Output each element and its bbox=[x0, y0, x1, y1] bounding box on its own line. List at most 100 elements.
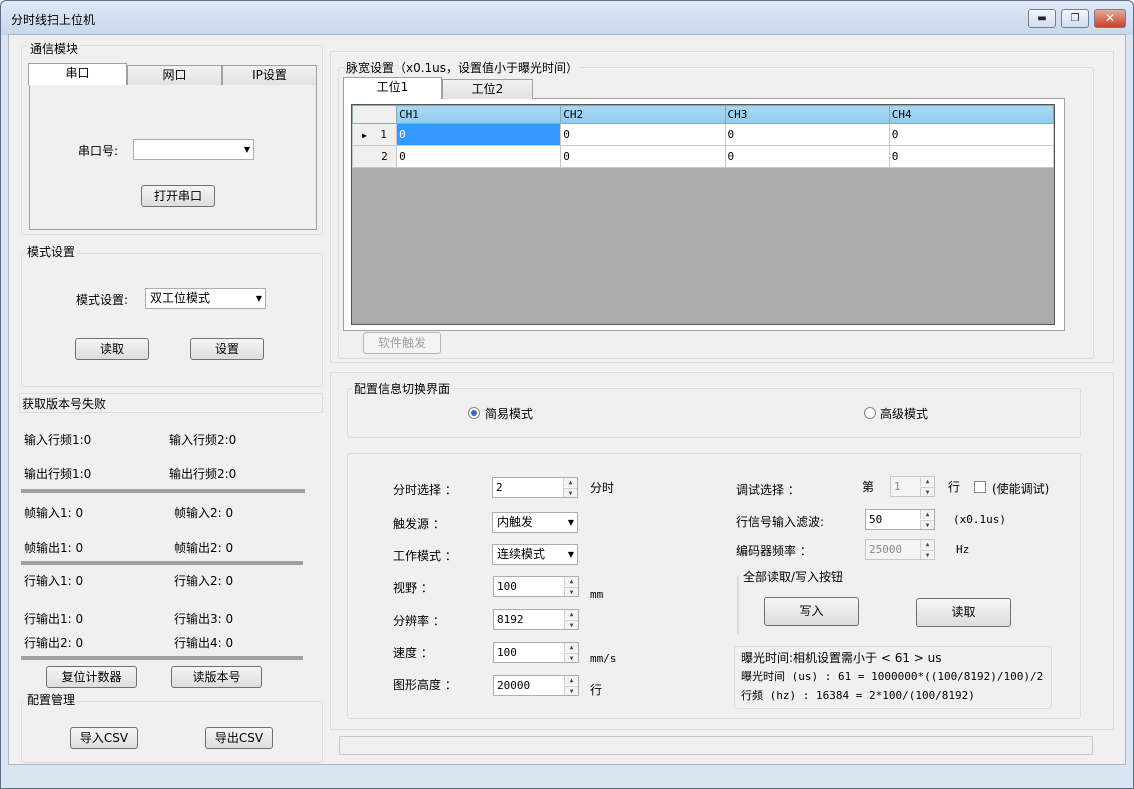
height-label: 图形高度 ： bbox=[393, 678, 457, 692]
switch-group-label: 配置信息切换界面 bbox=[352, 380, 453, 397]
grid-cell[interactable]: 0 bbox=[560, 145, 726, 168]
height-unit: 行 bbox=[590, 683, 603, 697]
tab-network[interactable]: 网口 bbox=[127, 65, 222, 85]
pulse-group-label: 脉宽设置（x0.1us，设置值小于曝光时间） bbox=[344, 59, 581, 76]
spin-up-icon[interactable]: ▲ bbox=[564, 676, 578, 685]
exposure-formula: 曝光时间 (us) : 61 = 1000000*((100/8192)/100… bbox=[741, 670, 1044, 683]
spin-up-icon[interactable]: ▲ bbox=[920, 477, 934, 486]
mode-label: 模式设置: bbox=[76, 293, 129, 307]
close-button[interactable]: ✕ bbox=[1094, 9, 1126, 28]
read-version-button[interactable]: 读版本号 bbox=[171, 666, 262, 688]
column-header[interactable]: CH3 bbox=[724, 105, 890, 124]
spin-up-icon[interactable]: ▲ bbox=[564, 610, 578, 619]
spin-down-icon[interactable]: ▼ bbox=[920, 550, 934, 559]
spin-up-icon[interactable]: ▲ bbox=[564, 643, 578, 652]
tab-serial[interactable]: 串口 bbox=[28, 63, 127, 85]
spin-down-icon[interactable]: ▼ bbox=[564, 653, 578, 662]
grid-cell[interactable]: 0 bbox=[888, 123, 1055, 146]
column-header[interactable]: CH2 bbox=[560, 105, 726, 124]
filter-spinner[interactable]: 50 ▲ ▼ bbox=[865, 509, 935, 530]
import-csv-button[interactable]: 导入CSV bbox=[70, 727, 138, 749]
fov-spinner[interactable]: 100 ▲ ▼ bbox=[493, 576, 579, 597]
spin-down-icon[interactable]: ▼ bbox=[920, 520, 934, 529]
spin-down-icon[interactable]: ▼ bbox=[564, 620, 578, 629]
input-freq-1: 输入行频1:0 bbox=[24, 433, 92, 447]
frame-input-1: 帧输入1: 0 bbox=[24, 506, 84, 520]
spin-up-icon[interactable]: ▲ bbox=[563, 478, 577, 487]
mode-group-label: 模式设置 bbox=[25, 243, 78, 260]
grid-cell[interactable]: 0 bbox=[724, 123, 890, 146]
export-csv-button[interactable]: 导出CSV bbox=[205, 727, 273, 749]
debug-enable-checkbox[interactable] bbox=[974, 481, 986, 493]
tab-station-1[interactable]: 工位1 bbox=[343, 77, 442, 99]
simple-mode-label: 简易模式 bbox=[485, 407, 534, 421]
line-input-1: 行输入1: 0 bbox=[24, 574, 84, 588]
spin-down-icon[interactable]: ▼ bbox=[563, 488, 577, 497]
trigger-label: 触发源 ： bbox=[393, 517, 445, 531]
line-output-4: 行输出4: 0 bbox=[174, 636, 234, 650]
pulse-grid: CH1 CH2 CH3 CH4 ▶ 1 0 0 0 0 2 0 0 0 0 bbox=[351, 104, 1055, 325]
resolution-spinner[interactable]: 8192 ▲ ▼ bbox=[493, 609, 579, 630]
grid-corner bbox=[351, 105, 398, 124]
tab-station-2[interactable]: 工位2 bbox=[442, 79, 533, 99]
chevron-down-icon: ▼ bbox=[243, 145, 250, 154]
time-div-spinner[interactable]: 2 ▲ ▼ bbox=[492, 477, 578, 498]
exposure-note: 曝光时间:相机设置需小于 < 61 > us bbox=[741, 651, 942, 665]
column-header[interactable]: CH1 bbox=[396, 105, 562, 124]
spin-down-icon[interactable]: ▼ bbox=[920, 487, 934, 496]
spin-down-icon[interactable]: ▼ bbox=[564, 587, 578, 596]
grid-cell[interactable]: 0 bbox=[888, 145, 1055, 168]
divider bbox=[21, 561, 303, 565]
write-button[interactable]: 写入 bbox=[764, 597, 859, 626]
row-pointer-icon: ▶ bbox=[362, 131, 367, 140]
advanced-mode-radio[interactable] bbox=[864, 407, 876, 419]
grid-cell[interactable]: 0 bbox=[396, 145, 562, 168]
line-input-2: 行输入2: 0 bbox=[174, 574, 234, 588]
mode-select[interactable]: 双工位模式 ▼ bbox=[145, 288, 266, 309]
spin-down-icon[interactable]: ▼ bbox=[564, 686, 578, 695]
tab-ip-settings[interactable]: IP设置 bbox=[222, 65, 317, 85]
read-button[interactable]: 读取 bbox=[916, 598, 1011, 627]
simple-mode-radio[interactable] bbox=[468, 407, 480, 419]
fov-label: 视野 ： bbox=[393, 581, 433, 595]
port-select[interactable]: ▼ bbox=[133, 139, 254, 160]
grid-cell[interactable]: 0 bbox=[724, 145, 890, 168]
speed-unit: mm/s bbox=[590, 652, 617, 665]
spin-up-icon[interactable]: ▲ bbox=[920, 540, 934, 549]
height-spinner[interactable]: 20000 ▲ ▼ bbox=[493, 675, 579, 696]
status-bar bbox=[339, 736, 1093, 755]
line-freq-formula: 行频 (hz) : 16384 = 2*100/(100/8192) bbox=[741, 689, 975, 702]
grid-cell[interactable]: 0 bbox=[560, 123, 726, 146]
maximize-button[interactable]: ❐ bbox=[1061, 9, 1089, 28]
mode-set-button[interactable]: 设置 bbox=[190, 338, 264, 360]
switch-group bbox=[347, 388, 1081, 438]
row-header[interactable]: ▶ 1 bbox=[351, 123, 398, 146]
grid-cell[interactable]: 0 bbox=[396, 123, 562, 146]
speed-label: 速度 ： bbox=[393, 646, 433, 660]
main-window: 分时线扫上位机 ▬ ❐ ✕ 通信模块 串口 网口 IP设置 串口号: ▼ 打开串… bbox=[0, 0, 1134, 789]
port-label: 串口号: bbox=[78, 144, 119, 158]
column-header[interactable]: CH4 bbox=[888, 105, 1055, 124]
spin-up-icon[interactable]: ▲ bbox=[920, 510, 934, 519]
trigger-select[interactable]: 内触发 ▼ bbox=[492, 512, 578, 533]
debug-line-spinner[interactable]: 1 ▲ ▼ bbox=[890, 476, 935, 497]
minimize-button[interactable]: ▬ bbox=[1028, 9, 1056, 28]
comm-group-label: 通信模块 bbox=[28, 40, 81, 57]
work-mode-label: 工作模式 ： bbox=[393, 549, 457, 563]
rw-group-label: 全部读取/写入按钮 bbox=[741, 568, 846, 585]
speed-spinner[interactable]: 100 ▲ ▼ bbox=[493, 642, 579, 663]
encoder-spinner[interactable]: 25000 ▲ ▼ bbox=[865, 539, 935, 560]
work-mode-select[interactable]: 连续模式 ▼ bbox=[492, 544, 578, 565]
soft-trigger-button[interactable]: 软件触发 bbox=[363, 332, 441, 354]
spin-up-icon[interactable]: ▲ bbox=[564, 577, 578, 586]
time-div-label: 分时选择 ： bbox=[393, 483, 457, 497]
row-header[interactable]: 2 bbox=[351, 145, 398, 168]
mode-read-button[interactable]: 读取 bbox=[75, 338, 149, 360]
time-div-unit: 分时 bbox=[590, 481, 615, 495]
encoder-label: 编码器频率 ： bbox=[736, 544, 812, 558]
table-row: 2 0 0 0 0 bbox=[351, 145, 1055, 168]
open-port-button[interactable]: 打开串口 bbox=[141, 185, 215, 207]
frame-input-2: 帧输入2: 0 bbox=[174, 506, 234, 520]
output-freq-2: 输出行频2:0 bbox=[169, 467, 237, 481]
reset-counters-button[interactable]: 复位计数器 bbox=[46, 666, 137, 688]
